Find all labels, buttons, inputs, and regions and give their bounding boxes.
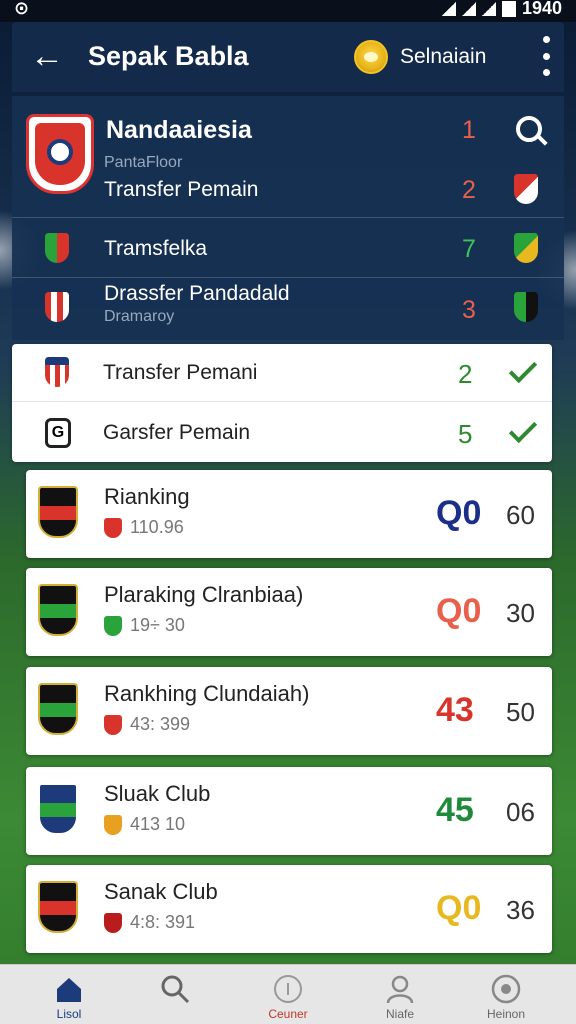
status-right: 1940	[441, 0, 562, 19]
count-value: 5	[458, 419, 473, 449]
coin-label[interactable]: Selnaiain	[400, 45, 486, 69]
club-stat: 19÷ 30	[130, 615, 185, 635]
count-value: 1	[462, 116, 476, 144]
app-bar: ← Sepak Babla Selnaiain	[12, 22, 564, 92]
club-points: 36	[506, 895, 535, 925]
battery-icon	[501, 0, 516, 17]
ranking-card[interactable]: Sanak Club 4:8: 391 Q0 36	[26, 865, 552, 953]
transfer-card: Transfer Pemani 2 G Garsfer Pemain 5	[12, 344, 552, 462]
club-score: Q0	[436, 592, 482, 630]
row-subtitle: Dramaroy	[104, 308, 175, 325]
wifi-icon	[441, 1, 456, 16]
football-icon	[491, 974, 521, 1004]
bottom-nav: Lisol Ceuner Niafe Heinon	[0, 964, 576, 1024]
row-label: Tramsfelka	[104, 237, 208, 260]
club-points: 30	[506, 598, 535, 628]
club-crest-icon	[26, 114, 94, 194]
count-value: 2	[458, 359, 473, 389]
transfer-panel: Nandaaiesia PantaFloor 1 Transfer Pemain…	[12, 96, 564, 340]
search-icon	[161, 975, 190, 1004]
nav-profile[interactable]: Niafe	[360, 965, 440, 1024]
club-subtitle: PantaFloor	[104, 154, 183, 171]
club-name: Sluak Club	[104, 781, 211, 806]
count-value: 3	[462, 296, 476, 324]
count-value: 2	[462, 176, 476, 204]
ranking-card[interactable]: Sluak Club 413 10 45 06	[26, 767, 552, 855]
list-item[interactable]: Nandaaiesia PantaFloor 1 Transfer Pemain…	[12, 96, 564, 218]
shield-icon	[104, 815, 122, 835]
club-crest-icon	[45, 357, 69, 387]
club-name: Nandaaiesia	[106, 116, 252, 144]
info-icon	[274, 975, 302, 1003]
club-crest-icon	[514, 233, 538, 263]
club-stat: 413 10	[130, 814, 186, 834]
club-name: Rianking	[104, 484, 190, 509]
ranking-card[interactable]: Rankhing Clundaiah) 43: 399 43 50	[26, 667, 552, 755]
list-item[interactable]: Tramsfelka 7	[12, 218, 564, 278]
nav-label: Lisol	[56, 1007, 82, 1021]
club-crest-icon	[45, 292, 69, 322]
club-stat: 43: 399	[130, 714, 191, 734]
row-label: Transfer Pemani	[103, 361, 258, 384]
club-logo-icon: G	[45, 418, 71, 448]
list-item[interactable]: G Garsfer Pemain 5	[12, 404, 552, 462]
club-score: Q0	[436, 889, 482, 927]
row-label: Drassfer Pandadald	[104, 282, 290, 305]
home-icon	[57, 978, 81, 1002]
nav-search[interactable]	[135, 965, 215, 1024]
nav-ball[interactable]: Heinon	[466, 965, 546, 1024]
club-score: Q0	[436, 494, 482, 532]
ranking-card[interactable]: Rianking 110.96 Q0 60	[26, 470, 552, 558]
count-value: 7	[462, 235, 476, 263]
more-options-icon[interactable]	[542, 36, 550, 76]
list-item[interactable]: Transfer Pemani 2	[12, 344, 552, 402]
page-title: Sepak Babla	[88, 41, 249, 71]
club-crest-icon	[514, 292, 538, 322]
club-points: 06	[506, 797, 535, 827]
club-score: 43	[436, 691, 474, 729]
status-icon: ⊙	[14, 0, 30, 18]
club-points: 60	[506, 500, 535, 530]
profile-icon	[386, 975, 414, 1004]
club-points: 50	[506, 697, 535, 727]
nav-label: Ceuner	[268, 1007, 308, 1021]
club-crest-icon	[38, 486, 78, 538]
check-icon	[508, 414, 538, 444]
club-crest-icon	[38, 881, 78, 933]
list-item[interactable]: Drassfer Pandadald Dramaroy 3	[12, 278, 564, 340]
club-name: Rankhing Clundaiah)	[104, 681, 310, 706]
nav-home[interactable]: Lisol	[29, 965, 109, 1024]
club-score: 45	[436, 791, 474, 829]
signal-icon	[461, 1, 476, 16]
shield-icon	[104, 616, 122, 636]
nav-label: Niafe	[385, 1007, 414, 1021]
club-crest-icon	[38, 683, 78, 735]
row-label: Transfer Pemain	[104, 178, 259, 201]
search-icon-handle	[536, 134, 548, 146]
signal-icon	[481, 1, 496, 16]
club-stat: 110.96	[130, 517, 184, 537]
club-crest-icon	[45, 233, 69, 263]
nav-center[interactable]: Ceuner	[248, 965, 328, 1024]
status-time: 1940	[521, 0, 562, 18]
club-crest-icon	[38, 584, 78, 636]
club-crest-icon	[514, 174, 538, 204]
club-name: Sanak Club	[104, 879, 218, 904]
club-crest-icon	[38, 783, 78, 835]
check-icon	[508, 354, 538, 384]
shield-icon	[104, 518, 122, 538]
coin-icon[interactable]	[354, 40, 388, 74]
row-label: Garsfer Pemain	[103, 421, 251, 444]
club-name: Plaraking Clranbiaa)	[104, 582, 304, 607]
ranking-card[interactable]: Plaraking Clranbiaa) 19÷ 30 Q0 30	[26, 568, 552, 656]
back-arrow-icon[interactable]: ←	[30, 36, 64, 76]
club-stat: 4:8: 391	[130, 912, 196, 932]
shield-icon	[104, 913, 122, 933]
nav-label: Heinon	[486, 1007, 526, 1021]
shield-icon	[104, 715, 122, 735]
status-bar: ⊙ 1940	[0, 0, 576, 22]
